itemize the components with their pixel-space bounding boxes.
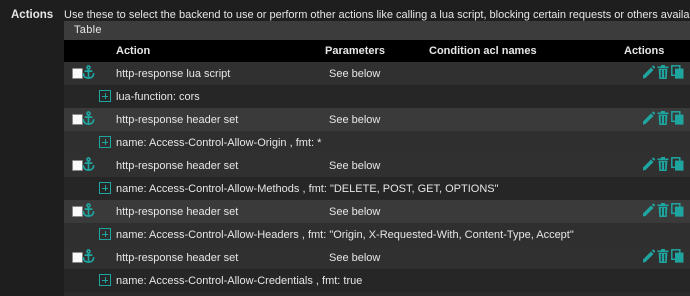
trash-icon[interactable] [657, 203, 669, 217]
row-parameters: See below [329, 68, 381, 80]
table-row-detail: name: Access-Control-Allow-Credentials ,… [64, 269, 690, 292]
row-actions [642, 65, 690, 81]
pencil-icon[interactable] [642, 249, 655, 263]
copy-icon[interactable] [671, 203, 684, 217]
row-actions [642, 249, 690, 265]
trash-icon[interactable] [657, 65, 669, 79]
pencil-icon[interactable] [642, 65, 655, 79]
table-row-detail: name: Access-Control-Allow-Origin , fmt:… [64, 131, 690, 154]
table-title: Table [64, 21, 690, 40]
row-parameters: See below [329, 206, 381, 218]
anchor-icon[interactable] [82, 249, 95, 264]
anchor-icon[interactable] [82, 203, 95, 218]
row-detail: name: Access-Control-Allow-Headers , fmt… [116, 229, 574, 241]
column-header-action: Action [116, 45, 151, 57]
copy-icon[interactable] [671, 249, 684, 263]
row-detail: name: Access-Control-Allow-Credentials ,… [116, 275, 363, 287]
table-row-detail: lua-function: cors [64, 85, 690, 108]
row-actions [642, 157, 690, 173]
copy-icon[interactable] [671, 65, 684, 79]
row-action: http-response header set [116, 114, 239, 126]
section-label: Actions [11, 9, 54, 21]
row-actions [642, 203, 690, 219]
table-row: http-response header set See below [64, 154, 690, 177]
row-action: http-response header set [116, 252, 239, 264]
section-description: Use these to select the backend to use o… [64, 9, 690, 21]
table-row-detail: name: Access-Control-Allow-Headers , fmt… [64, 223, 690, 246]
row-detail: name: Access-Control-Allow-Methods , fmt… [116, 183, 499, 195]
pencil-icon[interactable] [642, 203, 655, 217]
pencil-icon[interactable] [642, 111, 655, 125]
column-header-parameters: Parameters [325, 45, 385, 57]
row-parameters: See below [329, 160, 381, 172]
row-action: http-response header set [116, 160, 239, 172]
column-header-actions: Actions [624, 45, 665, 57]
row-actions [642, 111, 690, 127]
column-header-condition: Condition acl names [429, 45, 537, 57]
table-row: http-response lua script See below [64, 62, 690, 85]
copy-icon[interactable] [671, 157, 684, 171]
plus-square-icon[interactable] [99, 90, 111, 102]
row-parameters: See below [329, 252, 381, 264]
table-row: http-response header set See below [64, 200, 690, 223]
plus-square-icon[interactable] [99, 182, 111, 194]
trash-icon[interactable] [657, 249, 669, 263]
copy-icon[interactable] [671, 111, 684, 125]
row-action: http-response lua script [116, 68, 231, 80]
row-detail: lua-function: cors [116, 91, 200, 103]
row-parameters: See below [329, 114, 381, 126]
anchor-icon[interactable] [82, 111, 95, 126]
anchor-icon[interactable] [82, 157, 95, 172]
plus-square-icon[interactable] [99, 274, 111, 286]
plus-square-icon[interactable] [99, 228, 111, 240]
trash-icon[interactable] [657, 157, 669, 171]
trash-icon[interactable] [657, 111, 669, 125]
anchor-icon[interactable] [82, 65, 95, 80]
plus-square-icon[interactable] [99, 136, 111, 148]
table-row: http-response header set See below [64, 246, 690, 269]
table-header: Action Parameters Condition acl names Ac… [64, 40, 690, 62]
pencil-icon[interactable] [642, 157, 655, 171]
row-action: http-response header set [116, 206, 239, 218]
table-row: http-response header set See below [64, 108, 690, 131]
table-body: http-response lua script See below lua-f… [64, 62, 690, 292]
table-row-detail: name: Access-Control-Allow-Methods , fmt… [64, 177, 690, 200]
actions-table: Table Action Parameters Condition acl na… [64, 21, 690, 296]
row-detail: name: Access-Control-Allow-Origin , fmt:… [116, 137, 322, 149]
